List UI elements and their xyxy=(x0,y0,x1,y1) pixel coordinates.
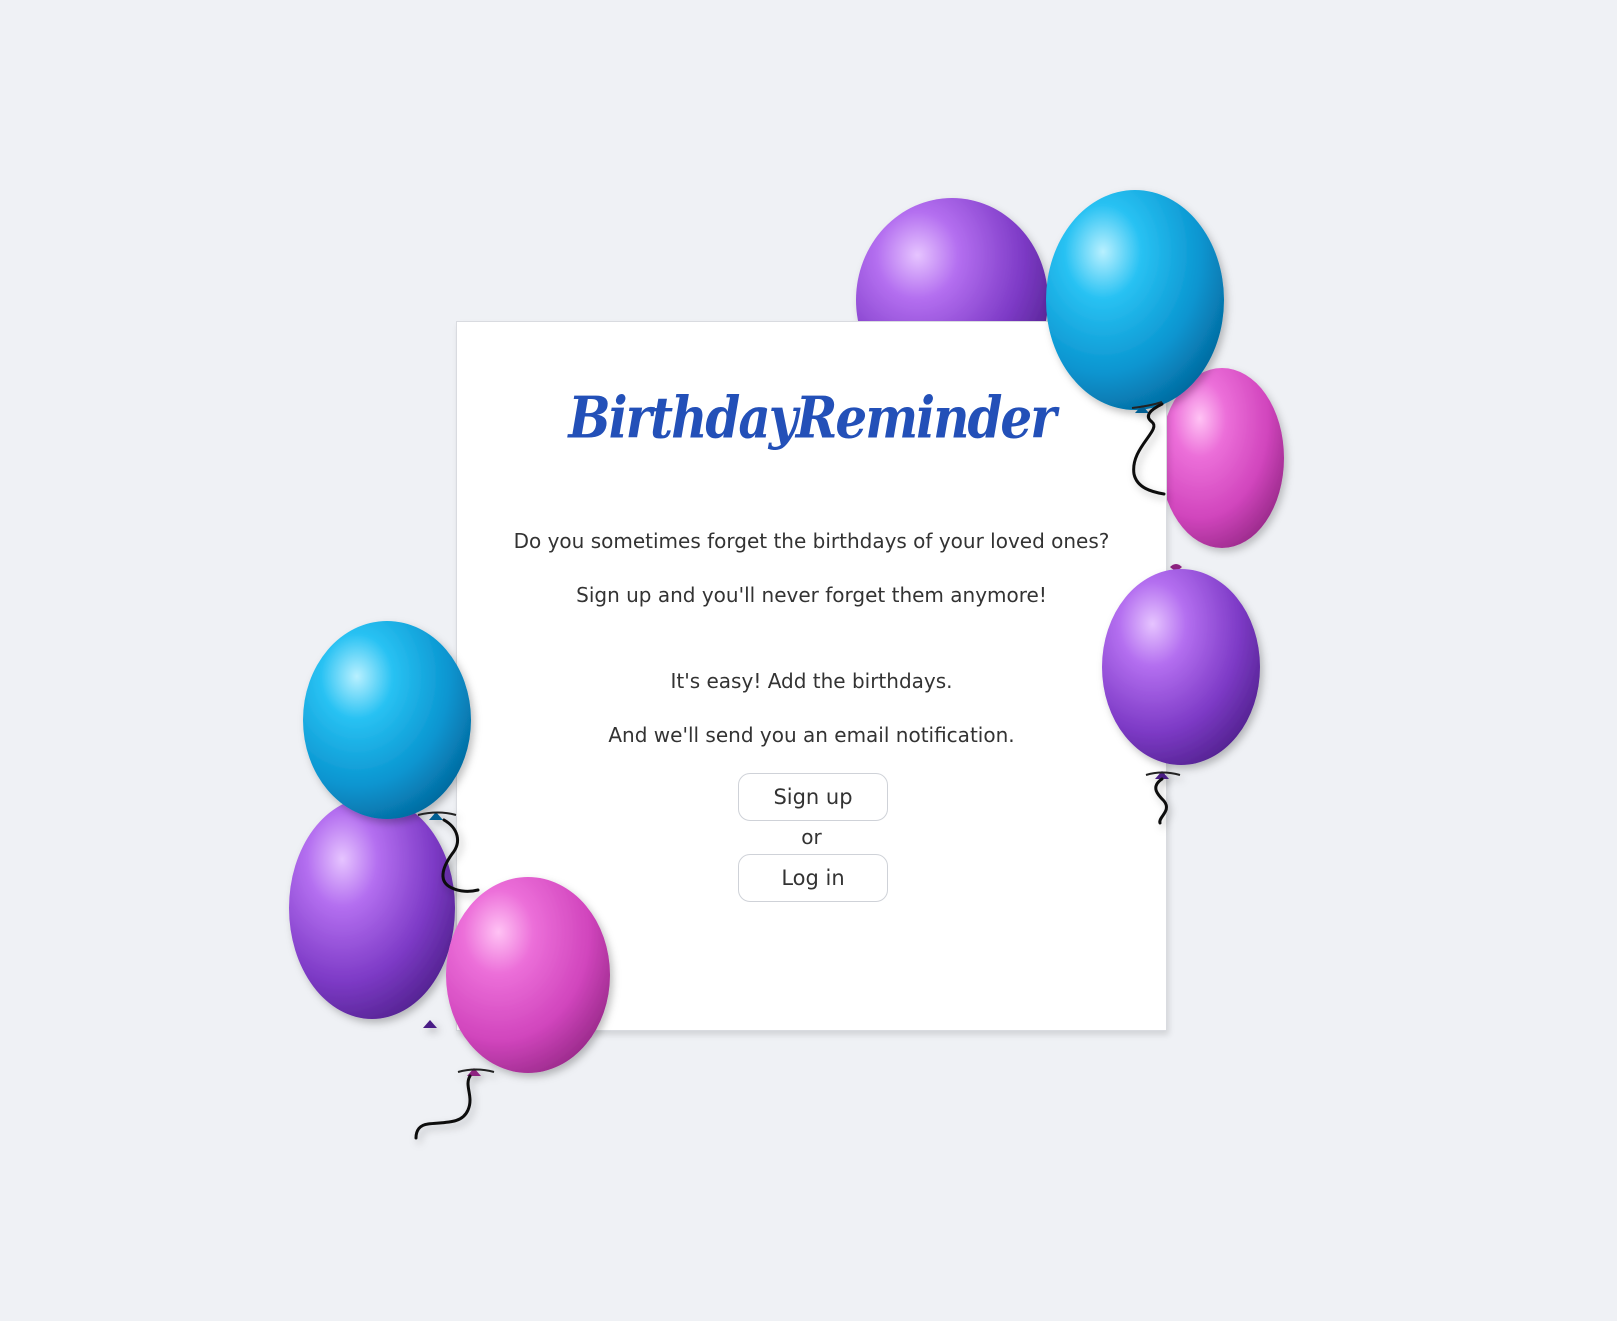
sign-up-button[interactable]: Sign up xyxy=(738,773,888,821)
log-in-button[interactable]: Log in xyxy=(738,854,888,902)
intro-line-4: And we'll send you an email notification… xyxy=(608,723,1015,747)
balloon-icon xyxy=(289,797,455,1028)
intro-line-1: Do you sometimes forget the birthdays of… xyxy=(513,529,1110,553)
intro-line-2: Sign up and you'll never forget them any… xyxy=(576,583,1047,607)
balloon-icon xyxy=(1160,368,1284,570)
welcome-card: BirthdayReminder Do you sometimes forget… xyxy=(456,321,1167,1031)
intro-line-3: It's easy! Add the birthdays. xyxy=(670,669,953,693)
app-logo: BirthdayReminder xyxy=(568,383,1056,452)
or-separator: or xyxy=(801,825,822,849)
balloon-icon xyxy=(303,621,480,893)
